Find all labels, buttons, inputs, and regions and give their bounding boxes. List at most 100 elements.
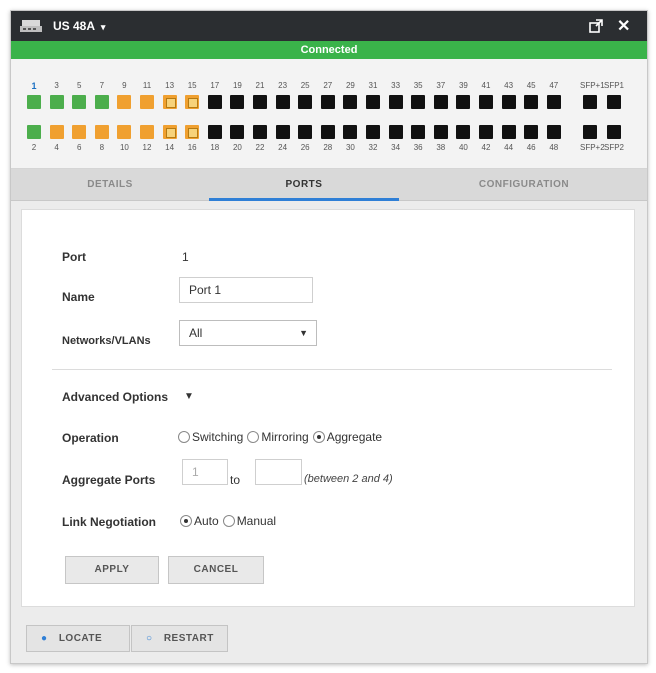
port-SFP+2[interactable] — [583, 125, 597, 139]
locate-label: LOCATE — [58, 633, 103, 644]
device-name-dropdown[interactable]: US 48A ▾ — [53, 19, 105, 33]
port-32[interactable] — [366, 125, 380, 139]
link-manual-radio[interactable]: Manual — [222, 514, 276, 528]
port-number-label: 36 — [413, 143, 423, 152]
port-3[interactable] — [49, 95, 64, 109]
port-35[interactable] — [411, 95, 426, 109]
networks-vlans-label: Networks/VLANs — [62, 335, 151, 347]
port-36[interactable] — [411, 125, 426, 139]
port-40[interactable] — [456, 125, 471, 139]
locate-button[interactable]: ● LOCATE — [26, 625, 130, 652]
port-44[interactable] — [501, 125, 516, 139]
port-48[interactable] — [546, 125, 561, 139]
port-34[interactable] — [388, 125, 403, 139]
close-icon[interactable]: ✕ — [617, 16, 630, 36]
port-number-label: 24 — [278, 143, 288, 152]
port-46[interactable] — [524, 125, 539, 139]
port-13[interactable] — [162, 95, 177, 109]
port-number-label: 39 — [458, 81, 468, 90]
port-27[interactable] — [320, 95, 335, 109]
port-29[interactable] — [343, 95, 358, 109]
port-number-label: 27 — [323, 81, 333, 90]
port-number-label: SFP+2 — [580, 143, 605, 152]
port-5[interactable] — [72, 95, 87, 109]
port-15[interactable] — [185, 95, 200, 109]
connection-status-bar: Connected — [11, 41, 647, 59]
operation-aggregate-radio[interactable]: Aggregate — [312, 430, 383, 444]
port-45[interactable] — [524, 95, 539, 109]
port-31[interactable] — [366, 95, 380, 109]
networks-vlans-select[interactable]: All ▼ — [179, 320, 317, 346]
operation-switching-radio[interactable]: Switching — [178, 430, 243, 444]
port-9[interactable] — [117, 95, 132, 109]
port-21[interactable] — [253, 95, 267, 109]
radio-circle — [247, 431, 260, 443]
port-settings-form: Port 1 Name Port 1 Networks/VLANs All ▼ … — [21, 209, 635, 607]
port-30[interactable] — [343, 125, 358, 139]
port-47[interactable] — [546, 95, 561, 109]
name-label: Name — [62, 290, 95, 304]
port-number-label: SFP2 — [604, 143, 625, 152]
tab-details[interactable]: DETAILS — [11, 169, 209, 201]
port-43[interactable] — [501, 95, 516, 109]
aggregate-to-input[interactable] — [255, 459, 302, 485]
port-1[interactable] — [27, 95, 41, 109]
port-18[interactable] — [207, 125, 222, 139]
port-number-label: 25 — [300, 81, 310, 90]
port-37[interactable] — [433, 95, 448, 109]
device-window: US 48A ▾ ✕ Connected 1 3 5 7 9 11 13 15 17 19 21 23… — [10, 10, 648, 664]
port-19[interactable] — [230, 95, 245, 109]
restart-button[interactable]: ○ RESTART — [131, 625, 228, 652]
port-33[interactable] — [388, 95, 403, 109]
port-41[interactable] — [479, 95, 493, 109]
port-SFP+1[interactable] — [583, 95, 597, 109]
radio-label: Aggregate — [326, 430, 383, 444]
port-39[interactable] — [456, 95, 471, 109]
chevron-down-icon: ▼ — [299, 328, 308, 338]
port-8[interactable] — [94, 125, 109, 139]
advanced-options-toggle[interactable]: Advanced Options — [62, 390, 168, 404]
port-24[interactable] — [275, 125, 290, 139]
port-25[interactable] — [298, 95, 313, 109]
aggregate-hint: (between 2 and 4) — [304, 473, 393, 485]
port-4[interactable] — [49, 125, 64, 139]
port-16[interactable] — [185, 125, 200, 139]
port-number-label: 45 — [526, 81, 536, 90]
popout-icon[interactable] — [589, 19, 603, 33]
port-SFP2[interactable] — [607, 125, 621, 139]
port-SFP1[interactable] — [607, 95, 621, 109]
cancel-button[interactable]: CANCEL — [168, 556, 264, 584]
apply-button[interactable]: APPLY — [65, 556, 159, 584]
port-number-label: 12 — [142, 143, 152, 152]
caret-down-icon[interactable]: ▼ — [184, 391, 194, 402]
port-10[interactable] — [117, 125, 132, 139]
link-auto-radio[interactable]: Auto — [180, 514, 219, 528]
port-number-label: SFP+1 — [580, 81, 605, 90]
port-number-label: 22 — [255, 143, 265, 152]
port-14[interactable] — [162, 125, 177, 139]
port-12[interactable] — [140, 125, 154, 139]
port-20[interactable] — [230, 125, 245, 139]
port-17[interactable] — [207, 95, 222, 109]
name-input[interactable]: Port 1 — [179, 277, 313, 303]
tab-ports[interactable]: PORTS — [209, 169, 399, 201]
port-number-label: SFP1 — [604, 81, 625, 90]
operation-mirroring-radio[interactable]: Mirroring — [247, 430, 309, 444]
port-23[interactable] — [275, 95, 290, 109]
port-number-label: 29 — [345, 81, 355, 90]
tab-configuration[interactable]: CONFIGURATION — [399, 169, 649, 201]
port-22[interactable] — [253, 125, 267, 139]
radio-circle — [178, 431, 190, 443]
port-2[interactable] — [27, 125, 41, 139]
port-label: Port — [62, 250, 86, 264]
switch-device-icon — [20, 20, 42, 32]
port-11[interactable] — [140, 95, 154, 109]
aggregate-from-input[interactable]: 1 — [182, 459, 228, 485]
port-28[interactable] — [320, 125, 335, 139]
port-42[interactable] — [479, 125, 493, 139]
port-6[interactable] — [72, 125, 87, 139]
port-38[interactable] — [433, 125, 448, 139]
port-26[interactable] — [298, 125, 313, 139]
port-number-label: 23 — [278, 81, 288, 90]
port-7[interactable] — [94, 95, 109, 109]
